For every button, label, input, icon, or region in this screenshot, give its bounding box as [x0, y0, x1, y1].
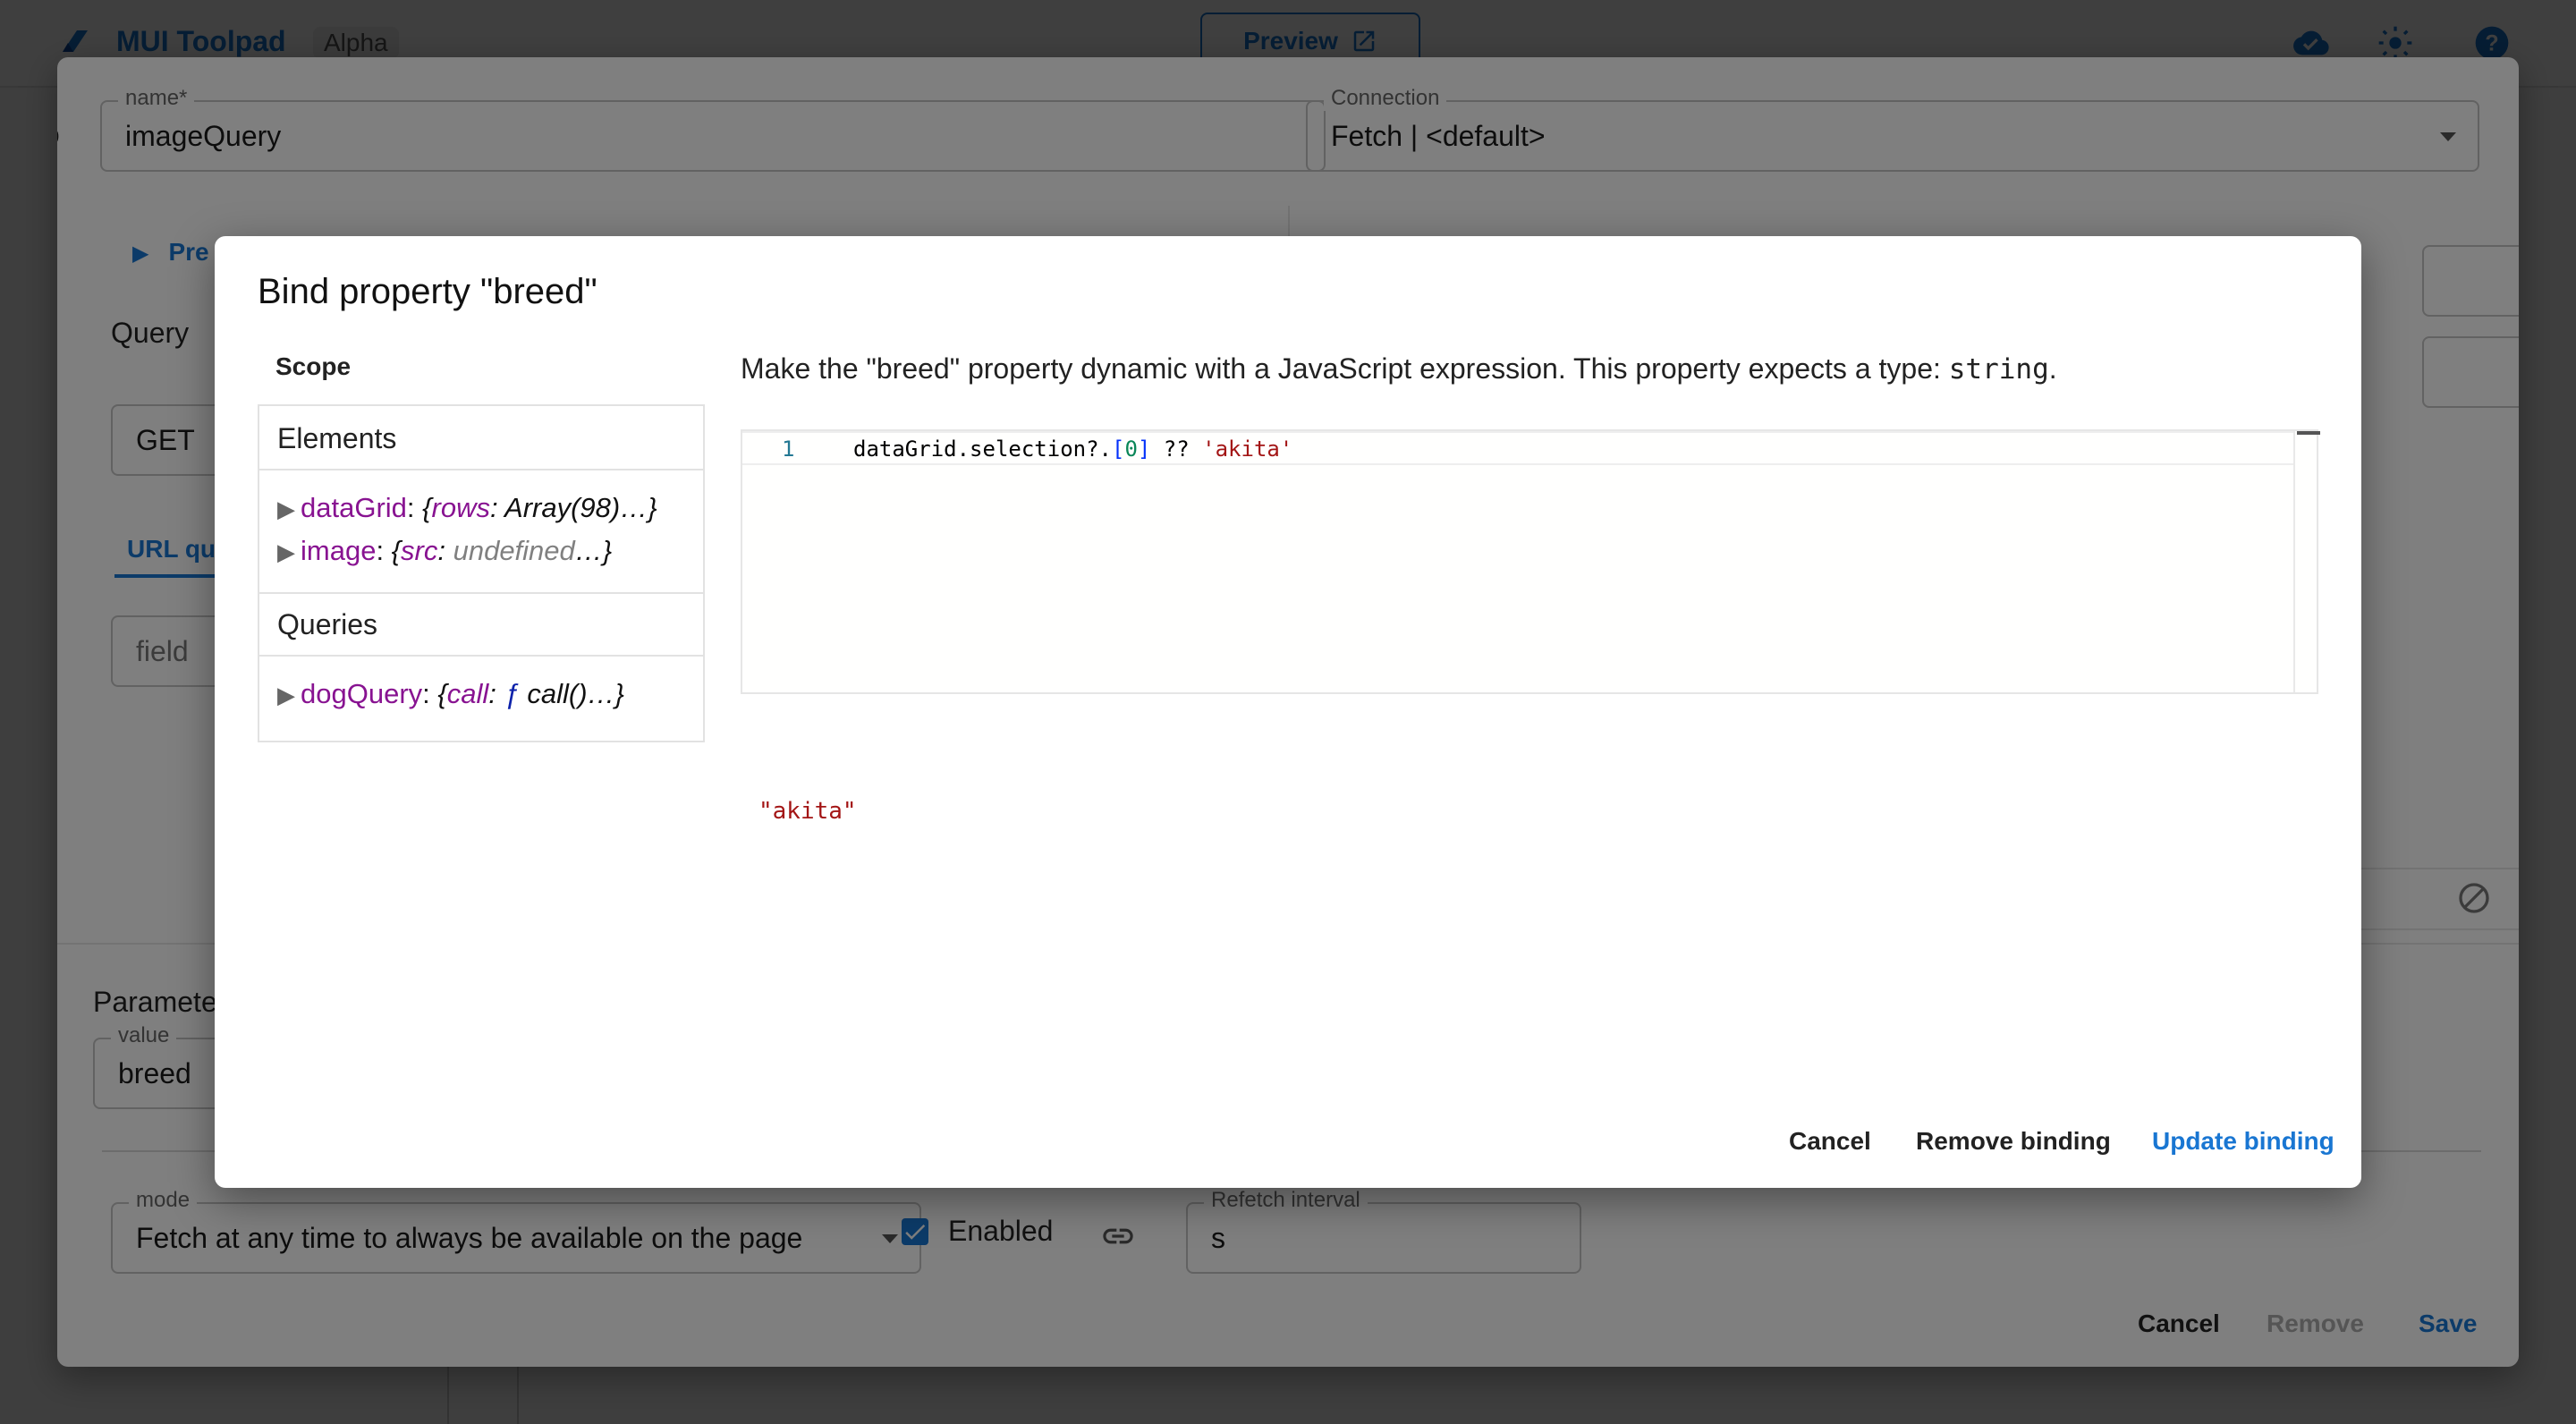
- bind-property-dialog: Bind property "breed" Scope Elements ▶ da…: [215, 236, 2361, 1188]
- expand-arrow-icon: ▶: [277, 538, 295, 565]
- remove-binding-button[interactable]: Remove binding: [1916, 1127, 2111, 1156]
- bind-cancel-button[interactable]: Cancel: [1789, 1127, 1871, 1156]
- scope-explorer: Elements ▶ dataGrid: {rows: Array(98)…} ▶…: [258, 404, 705, 742]
- update-binding-button[interactable]: Update binding: [2152, 1127, 2334, 1156]
- editor-scrollbar[interactable]: [2293, 431, 2320, 692]
- scope-label: Scope: [275, 352, 352, 380]
- expected-type: string: [1948, 353, 2049, 386]
- scope-item-dogquery[interactable]: ▶ dogQuery: {call: ƒ call()…}: [277, 678, 624, 710]
- queries-heading: Queries: [277, 608, 378, 640]
- scope-divider: [259, 592, 703, 594]
- code-editor[interactable]: 1 dataGrid.selection?.[0] ?? 'akita': [741, 429, 2320, 694]
- scope-divider: [259, 655, 703, 657]
- line-number: 1: [782, 437, 795, 462]
- scrollbar-thumb[interactable]: [2297, 431, 2320, 435]
- binding-instructions: Make the "breed" property dynamic with a…: [741, 352, 2057, 386]
- expression-code[interactable]: dataGrid.selection?.[0] ?? 'akita': [853, 437, 1292, 462]
- elements-heading: Elements: [277, 422, 397, 454]
- scope-item-datagrid[interactable]: ▶ dataGrid: {rows: Array(98)…}: [277, 492, 657, 524]
- scope-item-image[interactable]: ▶ image: {src: undefined…}: [277, 535, 612, 567]
- expand-arrow-icon: ▶: [277, 496, 295, 522]
- scope-divider: [259, 469, 703, 470]
- expand-arrow-icon: ▶: [277, 682, 295, 708]
- evaluated-result: "akita": [758, 798, 857, 825]
- function-icon: ƒ: [504, 678, 520, 709]
- dialog-title: Bind property "breed": [258, 272, 597, 311]
